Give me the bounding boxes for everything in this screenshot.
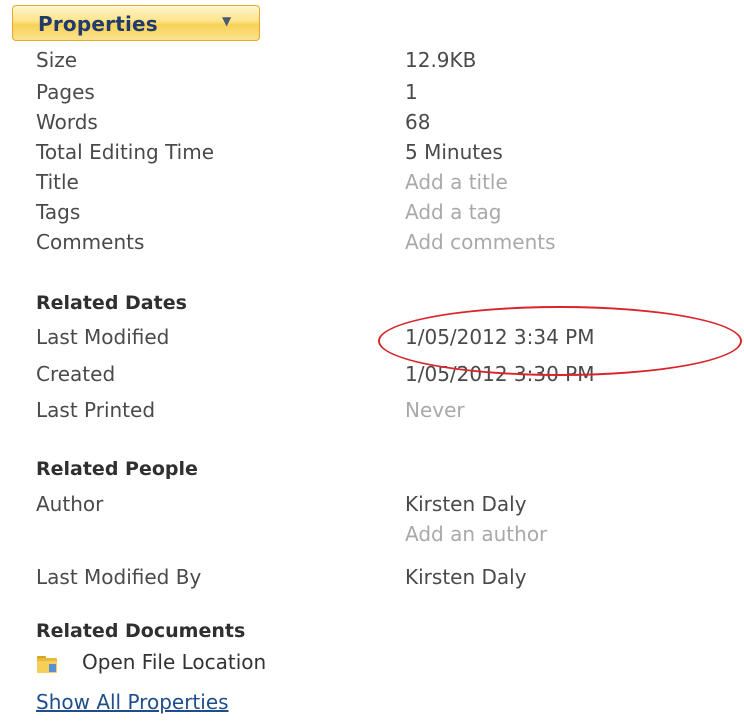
property-value: 5 Minutes [405,140,503,164]
open-file-location-link[interactable]: Open File Location [36,650,456,680]
property-row-title: Title Add a title [0,170,744,200]
date-row-last-printed: Last Printed Never [0,398,744,428]
property-value: 12.9KB [405,48,477,72]
property-label: Comments [36,230,145,254]
show-all-properties-link[interactable]: Show All Properties [36,690,229,714]
property-value: 68 [405,110,431,134]
highlight-annotation-ellipse [378,306,742,376]
property-label: Total Editing Time [36,140,215,164]
chevron-down-icon: ▼ [222,14,232,28]
properties-dropdown-button[interactable]: Properties ▼ [12,5,260,41]
author-value[interactable]: Kirsten Daly [405,492,527,516]
date-label: Last Modified [36,325,170,349]
date-label: Last Printed [36,398,156,422]
property-value: 1 [405,80,418,104]
date-label: Created [36,362,116,386]
property-label: Words [36,110,98,134]
related-people-heading: Related People [36,458,198,480]
author-label: Author [36,492,104,516]
last-modified-by-label: Last Modified By [36,565,202,589]
date-value: Never [405,398,465,422]
property-label: Tags [36,200,81,224]
title-field[interactable]: Add a title [405,170,508,194]
folder-icon [37,656,57,673]
related-documents-heading: Related Documents [36,620,246,642]
property-row-comments: Comments Add comments [0,230,744,260]
people-row-add-author: Add an author [0,522,744,552]
people-row-last-modified-by: Last Modified By Kirsten Daly [0,565,744,595]
open-file-location-label: Open File Location [82,650,267,674]
people-row-author: Author Kirsten Daly [0,492,744,522]
property-row-total-editing-time: Total Editing Time 5 Minutes [0,140,744,170]
add-author-field[interactable]: Add an author [405,522,547,546]
property-label: Pages [36,80,95,104]
property-row-pages: Pages 1 [0,80,744,110]
properties-button-label: Properties [38,12,158,36]
property-row-tags: Tags Add a tag [0,200,744,230]
property-label: Size [36,48,78,72]
tags-field[interactable]: Add a tag [405,200,501,224]
properties-panel: Properties ▼ Size 12.9KB Pages 1 Words 6… [0,0,744,728]
property-label: Title [36,170,79,194]
property-row-words: Words 68 [0,110,744,140]
property-row-size: Size 12.9KB [0,48,744,78]
last-modified-by-value[interactable]: Kirsten Daly [405,565,527,589]
comments-field[interactable]: Add comments [405,230,556,254]
related-dates-heading: Related Dates [36,292,187,314]
